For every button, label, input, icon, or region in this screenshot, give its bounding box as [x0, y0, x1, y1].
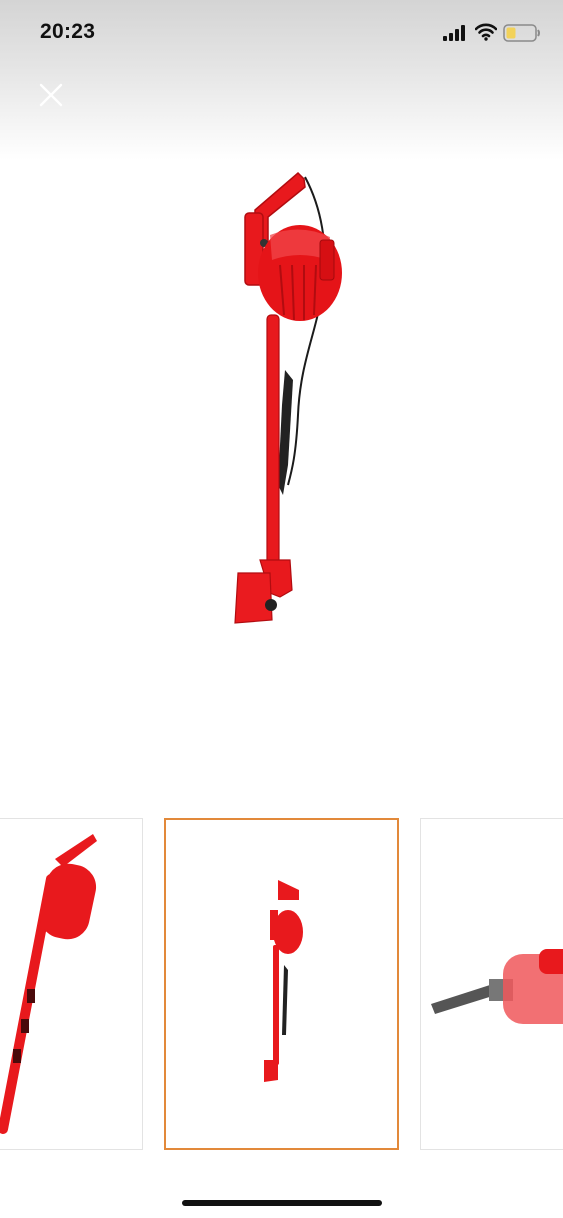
- product-image: [234, 171, 342, 624]
- cellular-signal-icon: [443, 25, 465, 41]
- thumbnail-2-selected[interactable]: [164, 818, 399, 1150]
- status-bar: 20:23: [0, 0, 563, 66]
- status-time: 20:23: [40, 20, 96, 43]
- thumbnail-image: [264, 880, 303, 1082]
- thumbnail-image: [0, 834, 97, 1134]
- thumbnail-3[interactable]: [420, 818, 563, 1150]
- home-indicator[interactable]: [182, 1200, 382, 1206]
- close-button[interactable]: [34, 78, 68, 112]
- wifi-icon: [475, 23, 497, 41]
- thumbnail-1[interactable]: [0, 818, 143, 1150]
- close-icon: [39, 83, 63, 107]
- battery-icon: [503, 24, 540, 42]
- thumbnail-image: [431, 949, 563, 1024]
